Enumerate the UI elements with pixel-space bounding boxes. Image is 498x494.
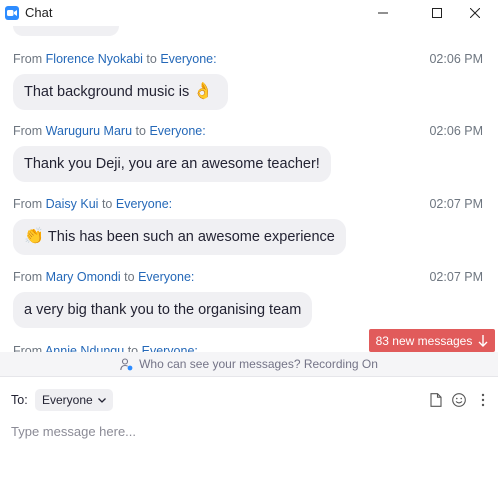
clapping-hands-emoji-icon: 👏: [24, 228, 44, 245]
recipient-dropdown[interactable]: Everyone: [35, 389, 113, 411]
sender-name[interactable]: Daisy Kui: [46, 197, 99, 211]
zoom-app-icon: [5, 6, 19, 20]
message-text: This has been such an awesome experience: [47, 229, 335, 245]
message-text: a very big thank you to the organising t…: [24, 302, 302, 318]
to-label: to: [124, 270, 135, 284]
message-bubble[interactable]: a very big thank you to the organising t…: [13, 292, 313, 328]
recipient-name[interactable]: Everyone:: [138, 270, 194, 284]
recipient-name[interactable]: Everyone:: [149, 124, 205, 138]
recipient-value: Everyone: [42, 393, 93, 407]
sender-name[interactable]: Florence Nyokabi: [46, 52, 143, 66]
message-text: Thank you Deji, you are an awesome teach…: [24, 156, 320, 172]
recipient-name[interactable]: Everyone:: [116, 197, 172, 211]
to-label: To:: [11, 393, 28, 407]
message-bubble[interactable]: That background music is 👌: [13, 74, 229, 110]
message-input[interactable]: [11, 420, 487, 442]
from-label: From: [13, 344, 43, 352]
to-label: to: [101, 197, 113, 211]
sender-name[interactable]: Mary Omondi: [46, 270, 121, 284]
message-header: From Florence Nyokabi to Everyone:: [13, 52, 217, 66]
recipient-name[interactable]: Everyone:: [160, 52, 216, 66]
file-icon[interactable]: [428, 392, 444, 408]
to-label: to: [127, 344, 139, 352]
privacy-text: Who can see your messages? Recording On: [139, 357, 378, 371]
new-messages-button[interactable]: 83 new messages: [369, 329, 495, 352]
message-time: 02:07 PM: [429, 197, 483, 211]
message-bubble[interactable]: Thank you Deji, you are an awesome teach…: [13, 146, 331, 182]
minimize-icon: [378, 12, 388, 14]
chevron-down-icon: [97, 397, 106, 403]
from-label: From: [13, 124, 43, 138]
person-lock-icon: [120, 357, 133, 370]
message-bubble[interactable]: 👏 This has been such an awesome experien…: [13, 219, 346, 255]
partial-message-header: From Annie Ndungu to Everyone:: [13, 344, 198, 352]
recipient-name[interactable]: Everyone:: [142, 344, 198, 352]
new-messages-label: 83 new messages: [375, 333, 473, 348]
arrow-down-icon: [478, 334, 488, 347]
message-text: That background music is: [24, 84, 190, 100]
emoji-icon[interactable]: [451, 392, 467, 408]
from-label: From: [13, 270, 43, 284]
message-header: From Daisy Kui to Everyone:: [13, 197, 172, 211]
window-title: Chat: [25, 5, 53, 20]
message-time: 02:06 PM: [429, 124, 483, 138]
to-label: to: [146, 52, 157, 66]
message-time: 02:07 PM: [429, 270, 483, 284]
title-bar: Chat: [0, 0, 498, 26]
minimize-button[interactable]: [360, 0, 406, 26]
close-icon: [470, 8, 480, 18]
message-header: From Mary Omondi to Everyone:: [13, 270, 194, 284]
sender-name[interactable]: Waruguru Maru: [46, 124, 132, 138]
ok-hand-emoji-icon: 👌: [193, 83, 214, 100]
privacy-bar[interactable]: Who can see your messages? Recording On: [0, 352, 498, 377]
more-icon[interactable]: [475, 392, 491, 408]
from-label: From: [13, 52, 43, 66]
maximize-icon: [432, 8, 442, 18]
sender-name[interactable]: Annie Ndungu: [45, 344, 124, 352]
from-label: From: [13, 197, 43, 211]
message-time: 02:06 PM: [429, 52, 483, 66]
close-button[interactable]: [452, 0, 498, 26]
message-header: From Waruguru Maru to Everyone:: [13, 124, 206, 138]
recipient-row: To: Everyone: [0, 388, 498, 412]
to-label: to: [135, 124, 146, 138]
previous-message-bubble: [13, 26, 119, 36]
chat-messages[interactable]: From Florence Nyokabi to Everyone: 02:06…: [0, 26, 498, 352]
